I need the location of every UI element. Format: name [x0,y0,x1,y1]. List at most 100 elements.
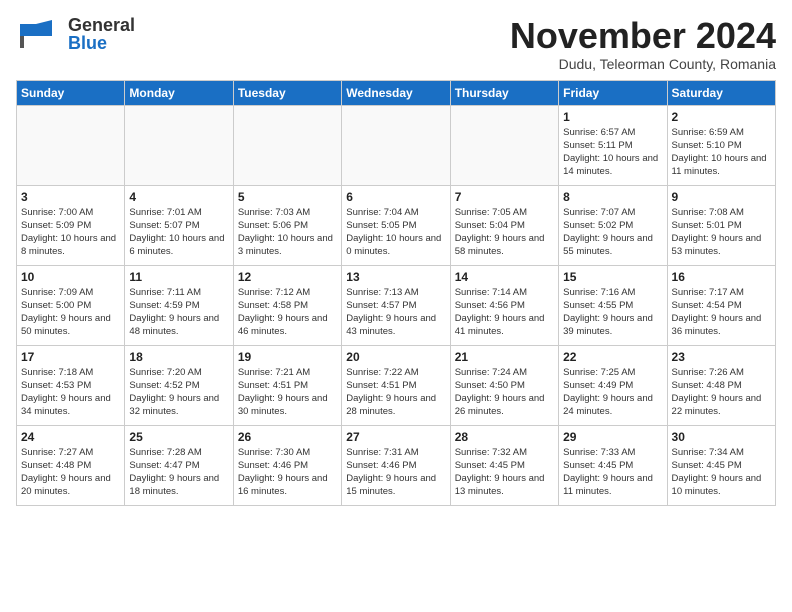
day-info: Sunrise: 7:33 AMSunset: 4:45 PMDaylight:… [563,446,662,499]
day-number: 16 [672,270,771,284]
calendar-cell: 24Sunrise: 7:27 AMSunset: 4:48 PMDayligh… [17,425,125,505]
day-info: Sunrise: 7:04 AMSunset: 5:05 PMDaylight:… [346,206,445,259]
calendar-cell: 20Sunrise: 7:22 AMSunset: 4:51 PMDayligh… [342,345,450,425]
day-number: 4 [129,190,228,204]
calendar-cell: 17 Sunrise: 7:18 AMSunset: 4:53 PMDayligh… [17,345,125,425]
calendar-cell: 30 Sunrise: 7:34 AMSunset: 4:45 PMDayligh… [667,425,775,505]
calendar-cell: 13 Sunrise: 7:13 AMSunset: 4:57 PMDayligh… [342,265,450,345]
day-info: Sunrise: 7:11 AMSunset: 4:59 PMDaylight:… [129,286,228,339]
logo-general: General [68,16,135,34]
day-number: 25 [129,430,228,444]
logo: General Blue [16,16,135,52]
logo-text: General Blue [68,16,135,52]
weekday-header-friday: Friday [559,80,667,105]
day-info: Sunrise: 7:12 AMSunset: 4:58 PMDaylight:… [238,286,337,339]
day-number: 22 [563,350,662,364]
day-info: Sunrise: 7:17 AMSunset: 4:54 PMDaylight:… [672,286,771,339]
day-number: 14 [455,270,554,284]
calendar-cell [17,105,125,185]
day-info: Sunrise: 7:27 AMSunset: 4:48 PMDaylight:… [21,446,120,499]
day-number: 30 [672,430,771,444]
calendar-cell: 11 Sunrise: 7:11 AMSunset: 4:59 PMDayligh… [125,265,233,345]
day-number: 28 [455,430,554,444]
weekday-header-tuesday: Tuesday [233,80,341,105]
calendar-cell: 19 Sunrise: 7:21 AMSunset: 4:51 PMDayligh… [233,345,341,425]
week-row-4: 17 Sunrise: 7:18 AMSunset: 4:53 PMDayligh… [17,345,776,425]
day-info: Sunrise: 7:24 AMSunset: 4:50 PMDaylight:… [455,366,554,419]
calendar-cell: 7 Sunrise: 7:05 AMSunset: 5:04 PMDaylight… [450,185,558,265]
day-number: 29 [563,430,662,444]
day-number: 13 [346,270,445,284]
calendar-cell: 5 Sunrise: 7:03 AMSunset: 5:06 PMDaylight… [233,185,341,265]
day-info: Sunrise: 7:05 AMSunset: 5:04 PMDaylight:… [455,206,554,259]
day-number: 19 [238,350,337,364]
day-info: Sunrise: 6:57 AMSunset: 5:11 PMDaylight:… [563,126,662,179]
calendar-cell: 26 Sunrise: 7:30 AMSunset: 4:46 PMDayligh… [233,425,341,505]
calendar-cell: 6 Sunrise: 7:04 AMSunset: 5:05 PMDaylight… [342,185,450,265]
day-number: 17 [21,350,120,364]
calendar-cell: 23Sunrise: 7:26 AMSunset: 4:48 PMDayligh… [667,345,775,425]
day-number: 11 [129,270,228,284]
day-number: 23 [672,350,771,364]
day-number: 15 [563,270,662,284]
calendar-cell [450,105,558,185]
calendar-cell: 22Sunrise: 7:25 AMSunset: 4:49 PMDayligh… [559,345,667,425]
day-info: Sunrise: 7:30 AMSunset: 4:46 PMDaylight:… [238,446,337,499]
day-info: Sunrise: 7:22 AMSunset: 4:51 PMDaylight:… [346,366,445,419]
day-number: 5 [238,190,337,204]
weekday-header-sunday: Sunday [17,80,125,105]
day-number: 8 [563,190,662,204]
day-info: Sunrise: 7:21 AMSunset: 4:51 PMDaylight:… [238,366,337,419]
day-number: 26 [238,430,337,444]
logo-blue: Blue [68,34,135,52]
day-info: Sunrise: 7:34 AMSunset: 4:45 PMDaylight:… [672,446,771,499]
day-number: 3 [21,190,120,204]
calendar-cell [342,105,450,185]
day-info: Sunrise: 7:18 AMSunset: 4:53 PMDaylight:… [21,366,120,419]
calendar-cell: 9 Sunrise: 7:08 AMSunset: 5:01 PMDaylight… [667,185,775,265]
calendar-cell: 21 Sunrise: 7:24 AMSunset: 4:50 PMDayligh… [450,345,558,425]
day-info: Sunrise: 7:07 AMSunset: 5:02 PMDaylight:… [563,206,662,259]
calendar-table: SundayMondayTuesdayWednesdayThursdayFrid… [16,80,776,506]
day-number: 1 [563,110,662,124]
day-info: Sunrise: 6:59 AMSunset: 5:10 PMDaylight:… [672,126,771,179]
calendar-cell: 25 Sunrise: 7:28 AMSunset: 4:47 PMDayligh… [125,425,233,505]
weekday-header-thursday: Thursday [450,80,558,105]
logo-icon [16,16,64,52]
weekday-header-row: SundayMondayTuesdayWednesdayThursdayFrid… [17,80,776,105]
calendar-cell: 4 Sunrise: 7:01 AMSunset: 5:07 PMDaylight… [125,185,233,265]
day-info: Sunrise: 7:31 AMSunset: 4:46 PMDaylight:… [346,446,445,499]
weekday-header-monday: Monday [125,80,233,105]
calendar-cell: 12 Sunrise: 7:12 AMSunset: 4:58 PMDayligh… [233,265,341,345]
weekday-header-wednesday: Wednesday [342,80,450,105]
day-number: 18 [129,350,228,364]
weekday-header-saturday: Saturday [667,80,775,105]
calendar-cell: 16 Sunrise: 7:17 AMSunset: 4:54 PMDayligh… [667,265,775,345]
day-number: 10 [21,270,120,284]
day-info: Sunrise: 7:28 AMSunset: 4:47 PMDaylight:… [129,446,228,499]
day-number: 7 [455,190,554,204]
day-info: Sunrise: 7:03 AMSunset: 5:06 PMDaylight:… [238,206,337,259]
day-number: 2 [672,110,771,124]
day-info: Sunrise: 7:00 AMSunset: 5:09 PMDaylight:… [21,206,120,259]
day-info: Sunrise: 7:08 AMSunset: 5:01 PMDaylight:… [672,206,771,259]
day-info: Sunrise: 7:09 AMSunset: 5:00 PMDaylight:… [21,286,120,339]
day-info: Sunrise: 7:13 AMSunset: 4:57 PMDaylight:… [346,286,445,339]
calendar-cell: 18Sunrise: 7:20 AMSunset: 4:52 PMDayligh… [125,345,233,425]
day-number: 9 [672,190,771,204]
calendar-cell: 1 Sunrise: 6:57 AMSunset: 5:11 PMDaylight… [559,105,667,185]
day-number: 6 [346,190,445,204]
day-info: Sunrise: 7:16 AMSunset: 4:55 PMDaylight:… [563,286,662,339]
location: Dudu, Teleorman County, Romania [510,56,776,72]
day-number: 21 [455,350,554,364]
calendar-cell: 29 Sunrise: 7:33 AMSunset: 4:45 PMDayligh… [559,425,667,505]
week-row-5: 24Sunrise: 7:27 AMSunset: 4:48 PMDayligh… [17,425,776,505]
calendar-cell [233,105,341,185]
month-title: November 2024 [510,16,776,56]
calendar-cell: 10 Sunrise: 7:09 AMSunset: 5:00 PMDayligh… [17,265,125,345]
day-number: 12 [238,270,337,284]
day-number: 27 [346,430,445,444]
week-row-1: 1 Sunrise: 6:57 AMSunset: 5:11 PMDaylight… [17,105,776,185]
day-info: Sunrise: 7:01 AMSunset: 5:07 PMDaylight:… [129,206,228,259]
calendar-cell: 3 Sunrise: 7:00 AMSunset: 5:09 PMDaylight… [17,185,125,265]
